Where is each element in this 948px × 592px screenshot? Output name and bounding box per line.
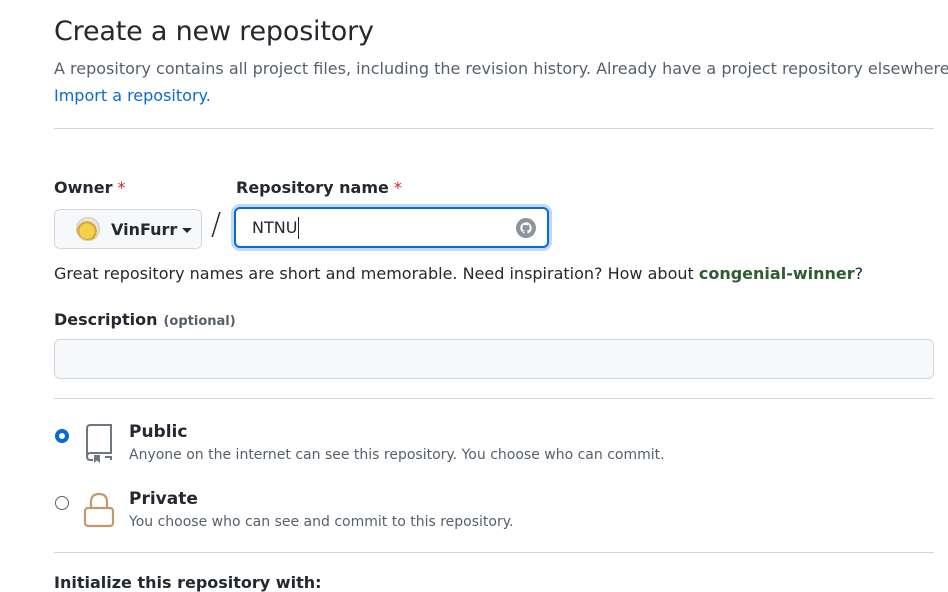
- header-divider: [54, 128, 934, 129]
- repo-name-label: Repository name *: [236, 178, 402, 197]
- import-repository-link[interactable]: Import a repository.: [54, 86, 211, 105]
- optional-tag: (optional): [163, 314, 236, 329]
- text-cursor: [298, 217, 299, 239]
- owner-repo-separator: /: [211, 207, 222, 242]
- private-radio[interactable]: [55, 496, 69, 510]
- public-radio[interactable]: [55, 429, 69, 443]
- description-label-text: Description: [54, 310, 158, 329]
- owner-required-mark: *: [117, 178, 126, 197]
- description-input[interactable]: [54, 339, 934, 379]
- initialize-label: Initialize this repository with:: [54, 573, 322, 592]
- description-label: Description (optional): [54, 310, 236, 329]
- page-title: Create a new repository: [54, 16, 374, 47]
- hint-text: Great repository names are short and mem…: [54, 264, 699, 283]
- github-status-icon: [516, 218, 536, 238]
- name-suggestion-link[interactable]: congenial-winner: [699, 264, 855, 283]
- owner-name: VinFurr: [111, 219, 178, 239]
- public-title: Public: [129, 422, 188, 442]
- repository-name-input[interactable]: [234, 207, 549, 248]
- public-description: Anyone on the internet can see this repo…: [129, 447, 665, 463]
- avatar: [76, 217, 100, 241]
- owner-label: Owner *: [54, 178, 126, 197]
- repo-name-label-text: Repository name: [236, 178, 389, 197]
- lock-icon: [82, 490, 116, 534]
- owner-select-button[interactable]: VinFurr: [54, 209, 202, 249]
- page-subtitle: A repository contains all project files,…: [54, 59, 948, 78]
- github-mark-icon: [520, 222, 532, 234]
- private-description: You choose who can see and commit to thi…: [129, 514, 514, 530]
- visibility-divider: [54, 552, 934, 553]
- hint-suffix: ?: [854, 264, 864, 283]
- repo-name-hint: Great repository names are short and mem…: [54, 264, 863, 283]
- repo-icon: [82, 422, 116, 468]
- owner-label-text: Owner: [54, 178, 113, 197]
- private-title: Private: [129, 489, 198, 509]
- repo-name-required-mark: *: [393, 178, 402, 197]
- chevron-down-icon: [182, 227, 193, 233]
- description-divider: [54, 398, 934, 399]
